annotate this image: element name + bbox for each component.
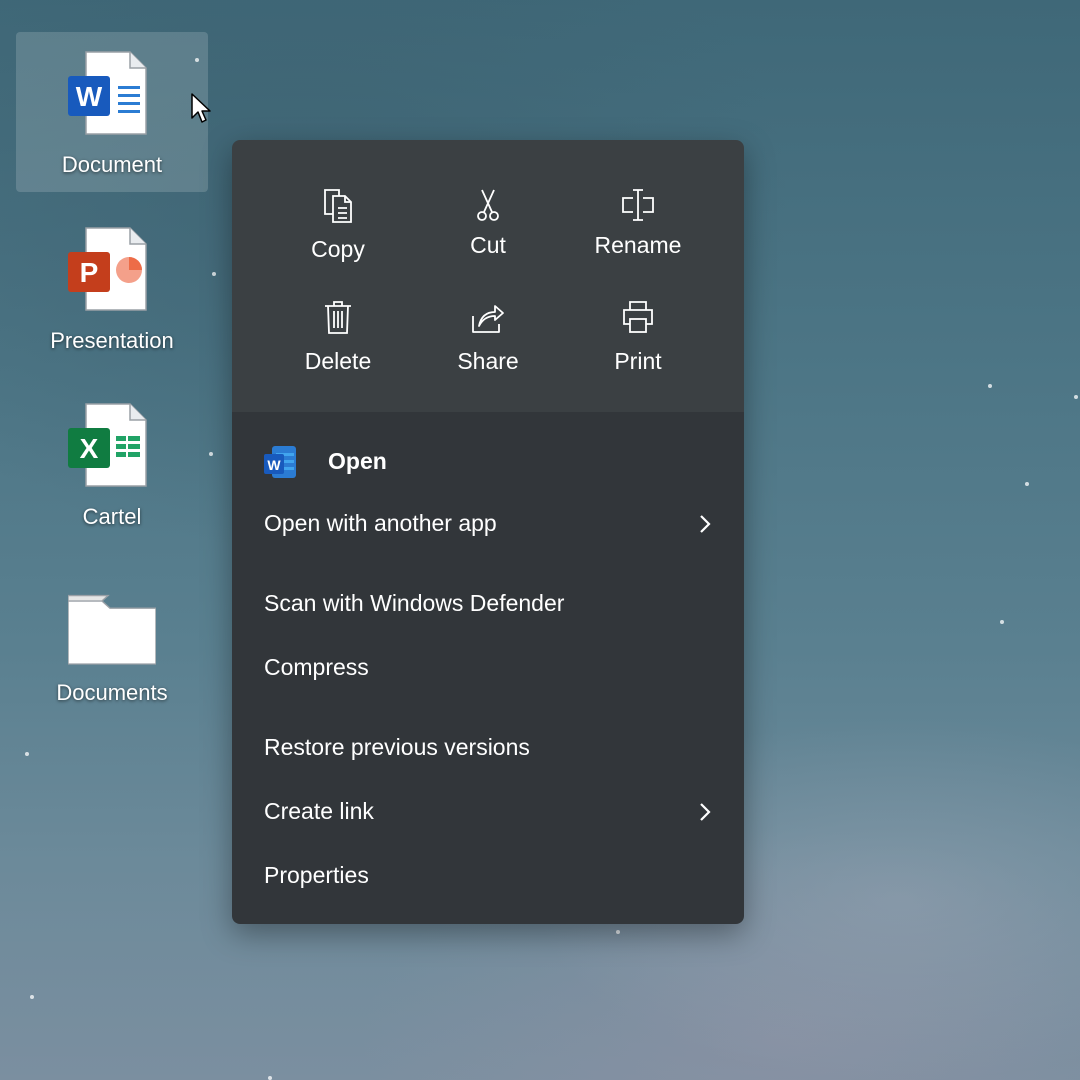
menu-item-open-with[interactable]: Open with another app — [232, 498, 744, 550]
wallpaper-star — [30, 995, 34, 999]
scissors-icon — [477, 189, 499, 221]
menu-item-label: Open with another app — [264, 510, 497, 536]
cut-label: Cut — [470, 232, 506, 258]
share-icon — [472, 305, 504, 333]
wallpaper-star — [1025, 482, 1029, 486]
menu-item-create-link[interactable]: Create link — [232, 786, 744, 838]
desktop-icon-document[interactable]: W Document — [16, 32, 208, 192]
printer-icon — [623, 301, 653, 333]
menu-item-label: Create link — [264, 798, 374, 824]
print-button[interactable]: Print — [563, 300, 713, 400]
delete-button[interactable]: Delete — [263, 300, 413, 400]
menu-item-label: Scan with Windows Defender — [264, 590, 565, 616]
menu-item-label: Properties — [264, 862, 369, 888]
cut-button[interactable]: Cut — [413, 188, 563, 288]
menu-item-properties[interactable]: Properties — [232, 850, 744, 902]
svg-text:W: W — [76, 81, 103, 112]
word-document-icon: W — [68, 51, 147, 135]
wallpaper-star — [1074, 395, 1078, 399]
wallpaper-star — [1000, 620, 1004, 624]
rename-icon — [622, 189, 654, 221]
desktop-icon-label: Document — [61, 152, 163, 177]
quick-actions-bar: Copy Cut Rename Delete Share Print — [232, 140, 744, 412]
wallpaper-star — [212, 272, 216, 276]
menu-item-compress[interactable]: Compress — [232, 642, 744, 694]
desktop-icon-documents-folder[interactable]: Documents — [16, 560, 208, 720]
svg-text:P: P — [80, 257, 99, 288]
context-menu: Copy Cut Rename Delete Share Print W Ope… — [232, 140, 744, 924]
copy-button[interactable]: Copy — [263, 188, 413, 288]
menu-item-open[interactable]: W Open — [232, 436, 744, 488]
share-button[interactable]: Share — [413, 300, 563, 400]
menu-item-label: Compress — [264, 654, 369, 680]
wallpaper-star — [25, 752, 29, 756]
excel-icon: X — [68, 403, 147, 487]
svg-text:X: X — [80, 433, 99, 464]
menu-item-restore-versions[interactable]: Restore previous versions — [232, 722, 744, 774]
wallpaper-star — [616, 930, 620, 934]
wallpaper-star — [209, 452, 213, 456]
wallpaper-star — [988, 384, 992, 388]
rename-label: Rename — [594, 232, 682, 258]
desktop-icon-presentation[interactable]: P Presentation — [16, 208, 208, 368]
wallpaper-star — [268, 1076, 272, 1080]
desktop-icon-label: Presentation — [50, 328, 174, 353]
folder-icon — [68, 594, 156, 665]
copy-icon — [324, 189, 352, 223]
copy-label: Copy — [311, 236, 365, 262]
menu-item-label: Restore previous versions — [264, 734, 530, 760]
menu-items-list: W Open Open with another app Scan with W… — [232, 412, 744, 924]
desktop-icon-label: Documents — [56, 680, 168, 705]
svg-text:W: W — [267, 457, 281, 473]
mouse-cursor-icon — [191, 93, 211, 123]
chevron-right-icon — [700, 803, 711, 821]
print-label: Print — [614, 348, 662, 374]
share-label: Share — [457, 348, 519, 374]
desktop-icon-label: Cartel — [82, 504, 142, 529]
word-icon: W — [264, 446, 296, 478]
menu-item-label: Open — [328, 448, 387, 474]
desktop-icon-cartel[interactable]: X Cartel — [16, 384, 208, 544]
powerpoint-icon: P — [68, 227, 147, 311]
trash-icon — [325, 301, 351, 334]
rename-button[interactable]: Rename — [563, 188, 713, 288]
chevron-right-icon — [700, 515, 711, 533]
delete-label: Delete — [304, 348, 372, 374]
menu-item-scan-defender[interactable]: Scan with Windows Defender — [232, 578, 744, 630]
